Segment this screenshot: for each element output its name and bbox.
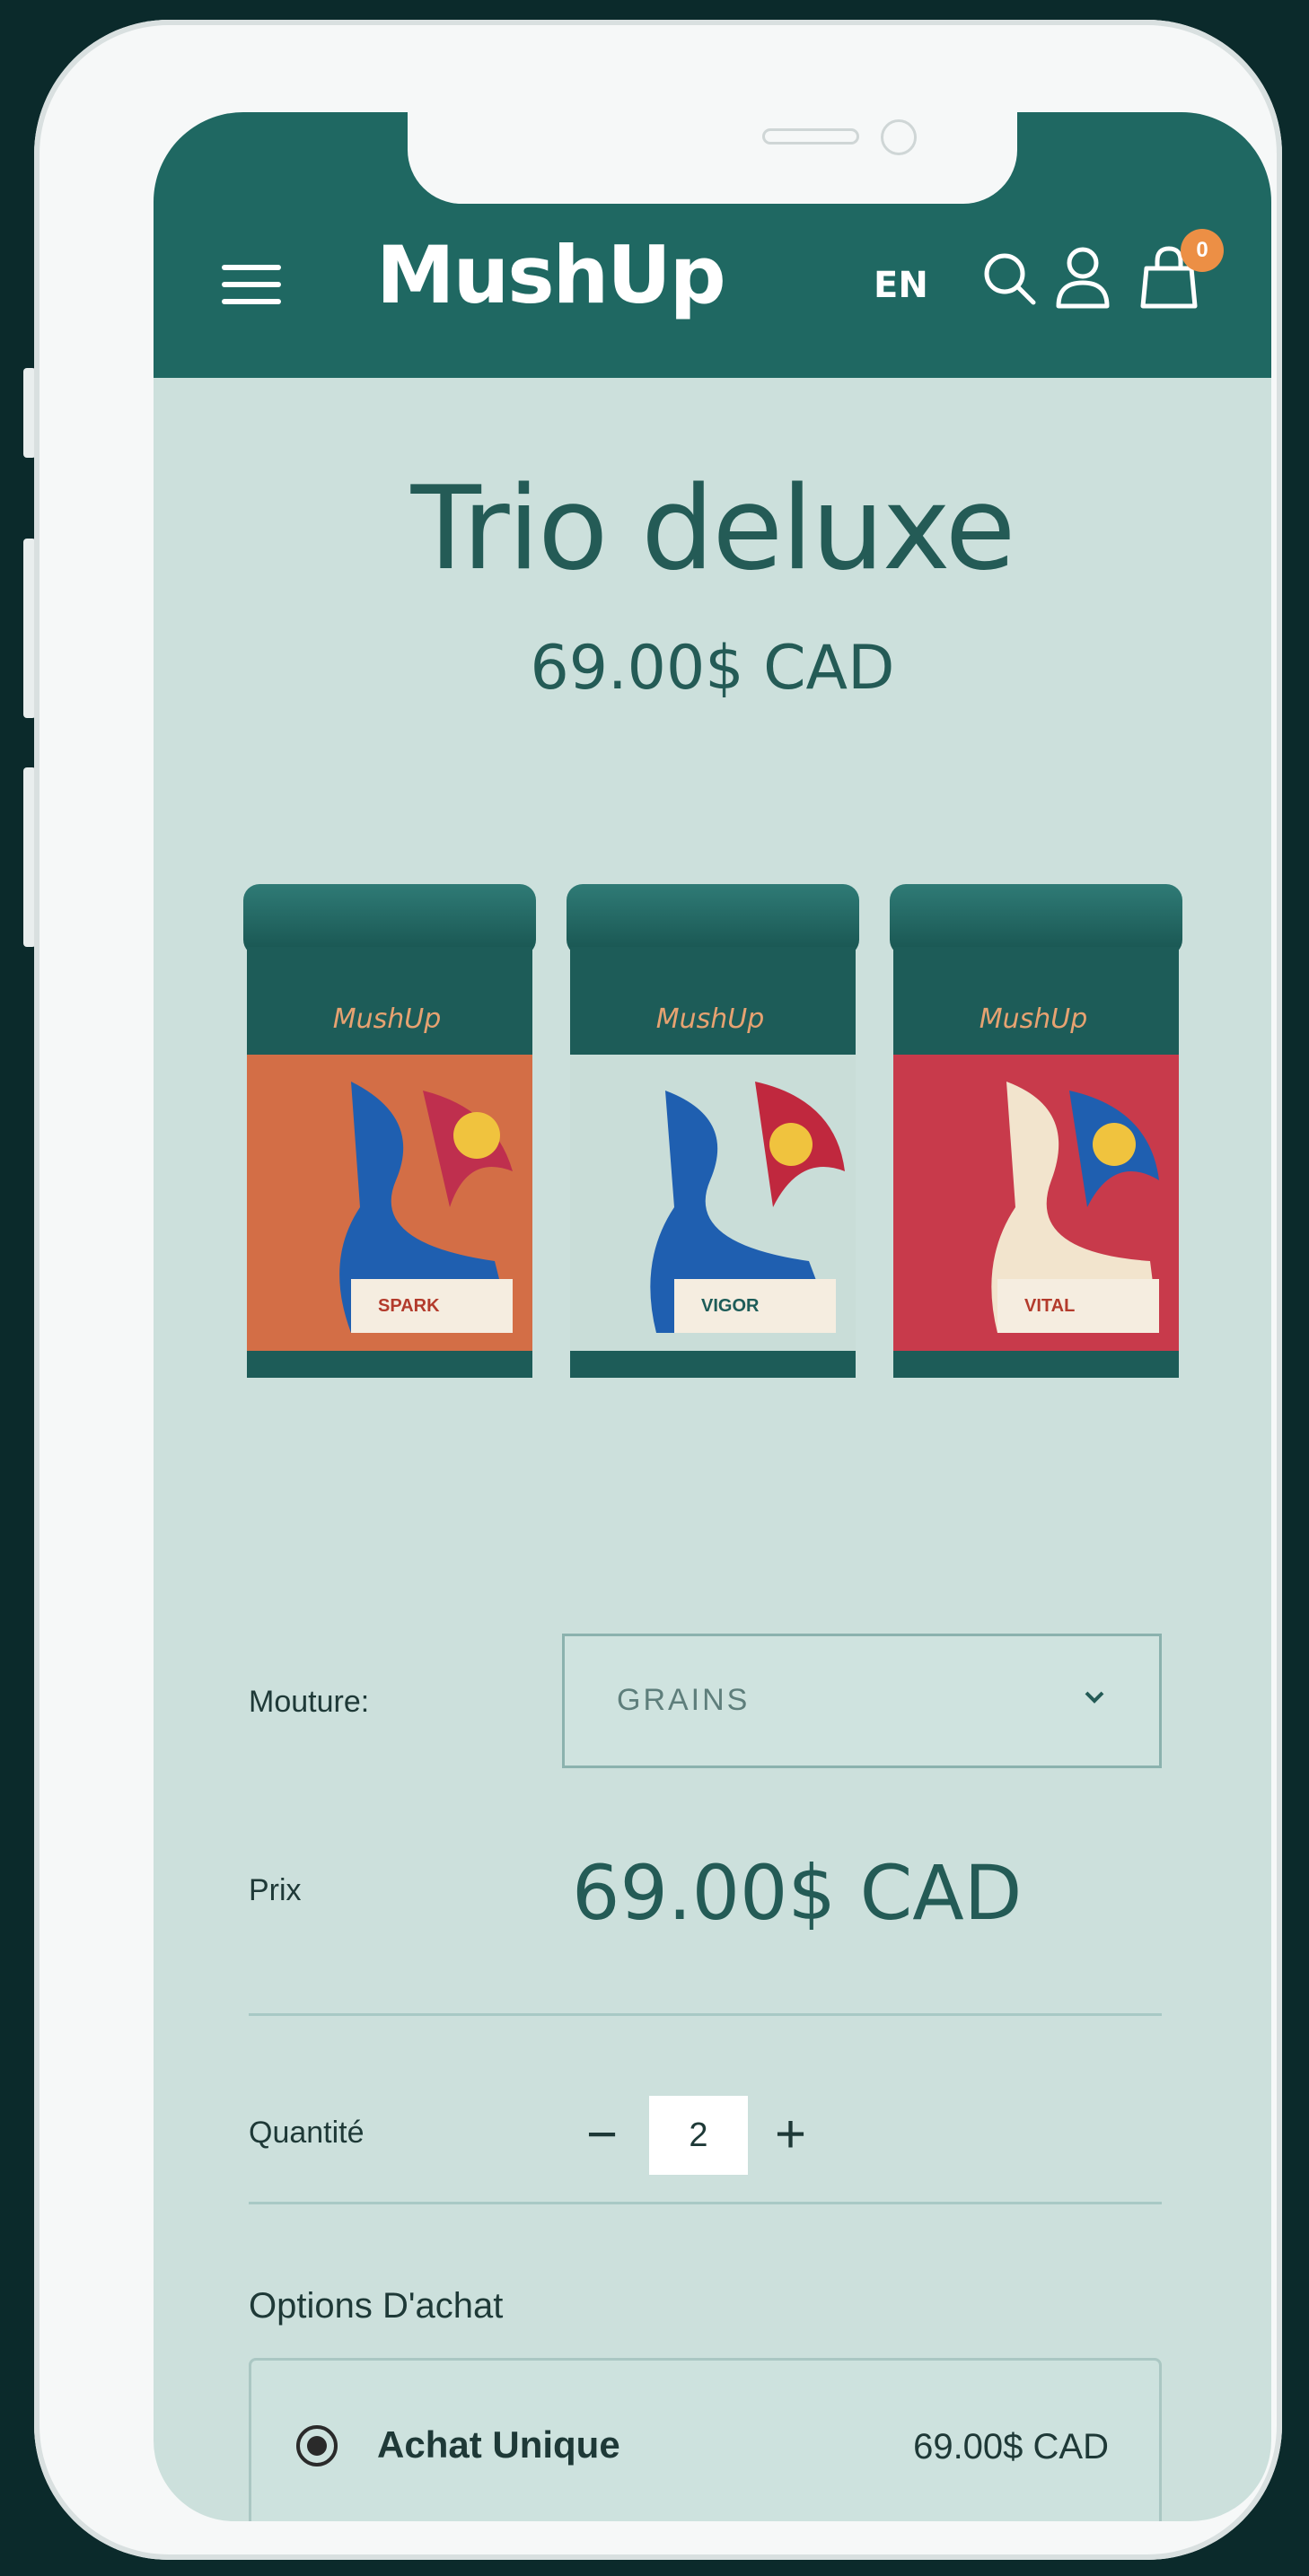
divider <box>249 2202 1162 2204</box>
quantity-label: Quantité <box>249 2116 365 2150</box>
purchase-option-price: 69.00$ CAD <box>913 2427 1109 2466</box>
can-brand-label: MushUp <box>656 1003 765 1035</box>
search-icon[interactable] <box>978 247 1041 310</box>
language-switch[interactable]: EN <box>874 265 928 306</box>
purchase-option-one-time[interactable]: Achat Unique 69.00$ CAD <box>249 2358 1162 2521</box>
divider <box>249 2013 1162 2016</box>
purchase-option-label: Achat Unique <box>377 2423 620 2466</box>
camera <box>881 119 917 155</box>
menu-button[interactable] <box>222 265 281 304</box>
radio-selected-icon[interactable] <box>296 2425 338 2466</box>
phone-frame: MushUp EN 0 Trio deluxe 69.00$ CAD MushU… <box>34 20 1282 2560</box>
chevron-down-icon <box>1085 1691 1104 1704</box>
price-value: 69.00$ CAD <box>572 1849 1023 1937</box>
cart-count-badge: 0 <box>1181 229 1224 272</box>
product-image: MushUp SPARK MushUp VIGOR MushUp VITAL <box>243 884 1182 1378</box>
purchase-options-title: Options D'achat <box>249 2286 504 2326</box>
quantity-input[interactable] <box>649 2096 748 2175</box>
can-name-label: SPARK <box>378 1296 440 1316</box>
grind-select[interactable]: GRAINS <box>562 1634 1162 1768</box>
can-brand-label: MushUp <box>333 1003 442 1035</box>
can-vital: MushUp VITAL <box>890 884 1182 1378</box>
product-price: 69.00$ CAD <box>530 633 895 704</box>
can-name-label: VITAL <box>1024 1296 1075 1316</box>
product-title: Trio deluxe <box>410 462 1016 596</box>
speaker <box>762 128 859 145</box>
logo[interactable]: MushUp <box>376 229 726 321</box>
phone-screen: MushUp EN 0 Trio deluxe 69.00$ CAD MushU… <box>154 112 1271 2521</box>
quantity-decrease-button[interactable]: − <box>586 2103 618 2165</box>
can-vigor: MushUp VIGOR <box>567 884 859 1378</box>
grind-label: Mouture: <box>249 1685 370 1719</box>
can-brand-label: MushUp <box>980 1003 1088 1035</box>
price-label: Prix <box>249 1873 302 1907</box>
can-spark: MushUp SPARK <box>243 884 536 1378</box>
grind-select-value: GRAINS <box>617 1683 751 1717</box>
can-name-label: VIGOR <box>701 1296 760 1316</box>
quantity-increase-button[interactable]: + <box>775 2103 806 2165</box>
account-icon[interactable] <box>1051 243 1114 311</box>
phone-notch <box>408 112 1017 204</box>
